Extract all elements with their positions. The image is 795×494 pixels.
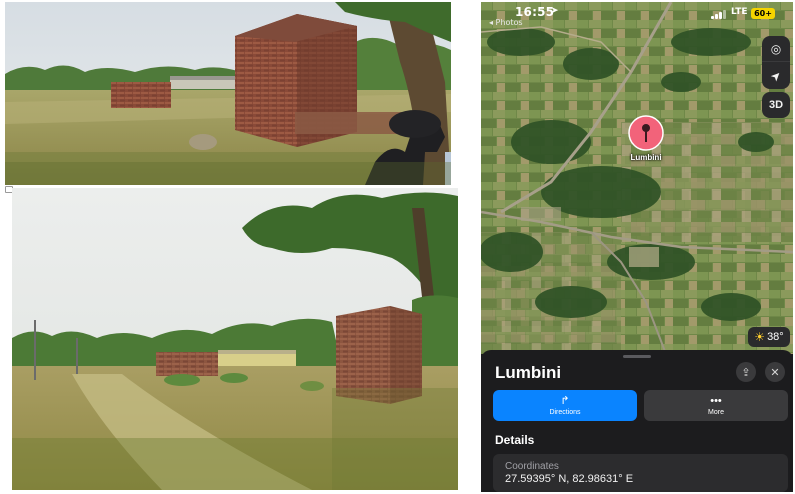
location-services-icon: ➤ bbox=[551, 6, 559, 16]
temperature-label: 38° bbox=[767, 331, 784, 343]
pin-label: Lumbini bbox=[630, 153, 662, 162]
battery-icon: 60+ bbox=[751, 8, 775, 19]
current-location-button[interactable]: ➤ bbox=[762, 62, 790, 89]
close-button[interactable]: ✕ bbox=[765, 362, 785, 382]
photo-ruin-pillar-closeup bbox=[5, 2, 451, 185]
location-arrow-icon: ➤ bbox=[767, 66, 785, 85]
location-pin-icon[interactable] bbox=[623, 112, 669, 158]
close-icon: ✕ bbox=[770, 366, 780, 379]
phone-maps-screenshot: 16:55 ➤ ◂ Photos LTE 60+ ◎ ➤ 3D Lumbini bbox=[481, 2, 793, 492]
collage-page: 16:55 ➤ ◂ Photos LTE 60+ ◎ ➤ 3D Lumbini bbox=[0, 0, 795, 494]
coordinates-value: 27.59395° N, 82.98631° E bbox=[505, 473, 634, 485]
directions-label: Directions bbox=[549, 408, 581, 416]
place-title: Lumbini bbox=[495, 363, 562, 382]
photo-ruin-pillar-field bbox=[12, 188, 458, 490]
sheet-grabber[interactable] bbox=[623, 355, 651, 358]
directions-icon: ↱ bbox=[560, 394, 570, 407]
status-bar: 16:55 ➤ ◂ Photos LTE 60+ bbox=[481, 2, 793, 30]
share-button[interactable]: ⇪ bbox=[736, 362, 756, 382]
sun-icon: ☀ bbox=[754, 330, 766, 344]
details-heading: Details bbox=[495, 433, 535, 447]
network-type-label: LTE bbox=[731, 7, 748, 17]
directions-button[interactable]: ↱ Directions bbox=[493, 390, 637, 421]
place-details-sheet: Lumbini ⇪ ✕ ↱ Directions ••• More Detail… bbox=[481, 350, 793, 492]
map-mode-button[interactable]: ◎ bbox=[762, 36, 790, 62]
weather-badge: ☀ 38° bbox=[748, 327, 790, 347]
view-3d-button[interactable]: 3D bbox=[762, 92, 790, 118]
more-icon: ••• bbox=[710, 394, 722, 407]
cellular-signal-icon bbox=[711, 10, 727, 19]
coordinates-card[interactable]: Coordinates 27.59395° N, 82.98631° E bbox=[493, 454, 788, 492]
more-button[interactable]: ••• More bbox=[644, 390, 788, 421]
back-to-photos-link[interactable]: ◂ Photos bbox=[489, 18, 523, 27]
share-icon: ⇪ bbox=[741, 366, 751, 379]
globe-icon: ◎ bbox=[770, 41, 782, 56]
coordinates-label: Coordinates bbox=[505, 461, 559, 472]
status-time: 16:55 bbox=[515, 5, 555, 19]
more-label: More bbox=[708, 408, 724, 416]
satellite-map[interactable] bbox=[481, 2, 793, 354]
